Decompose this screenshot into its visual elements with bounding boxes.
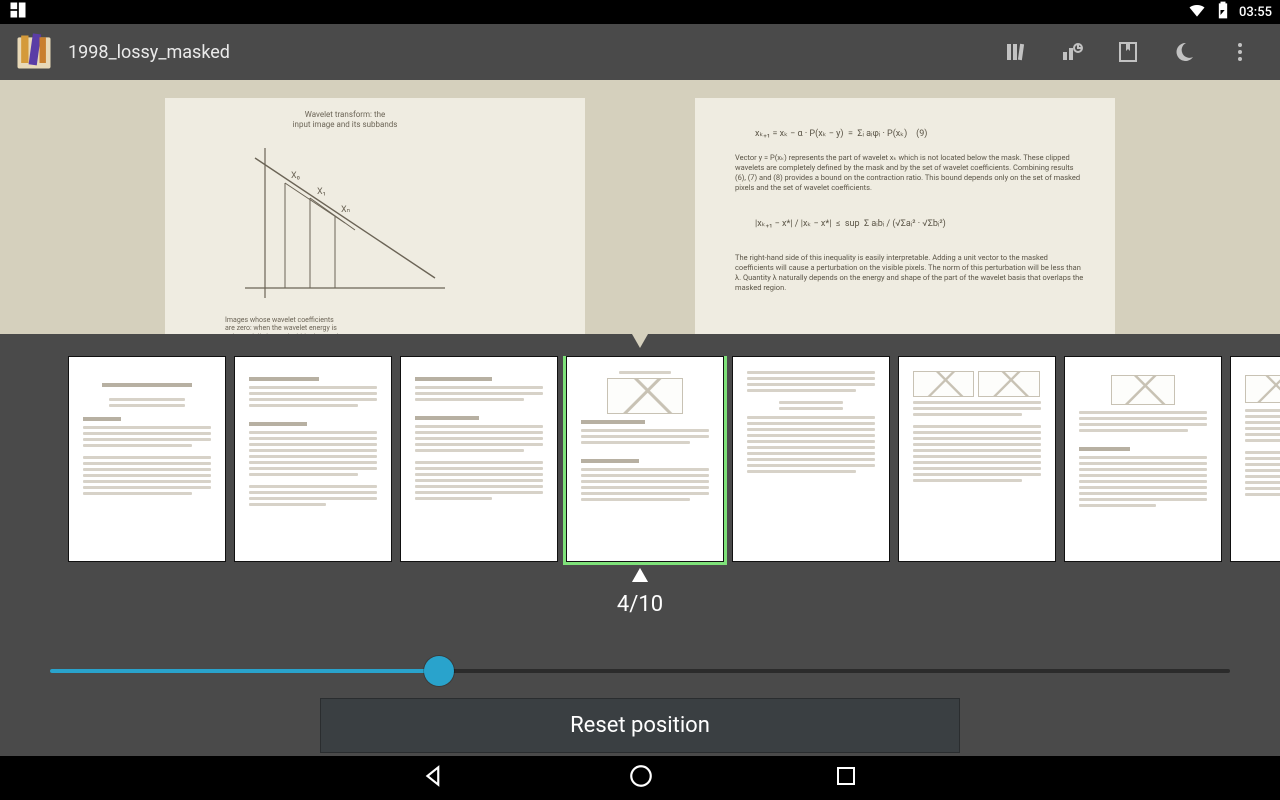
thumbnail-page-4[interactable] [566,356,724,562]
status-clock: 03:55 [1239,5,1272,20]
wifi-icon [1187,0,1207,24]
library-button[interactable] [988,24,1044,80]
marker-top-icon [632,334,648,348]
page-navigator: 4/10 [0,334,1280,644]
document-title: 1998_lossy_masked [68,42,230,63]
reset-zone: Reset position [0,698,1280,756]
app-icon[interactable] [12,30,56,74]
nav-overview-icon[interactable] [834,764,858,792]
page-left: Wavelet transform: theinput image and it… [165,98,585,334]
svg-text:X₀: X₀ [291,171,300,181]
system-nav-bar [0,756,1280,800]
svg-text:Xₙ: Xₙ [341,205,351,215]
thumbnail-page-1[interactable] [68,356,226,562]
thumbnail-strip[interactable] [0,356,1280,566]
thumbnail-page-3[interactable] [400,356,558,562]
document-preview[interactable]: Wavelet transform: theinput image and it… [0,80,1280,334]
nav-home-icon[interactable] [628,763,654,793]
bookmarks-button[interactable] [1100,24,1156,80]
page-slider-zone [0,644,1280,698]
overflow-menu-button[interactable] [1212,24,1268,80]
nav-back-icon[interactable] [422,763,448,793]
slider-thumb[interactable] [424,656,454,686]
svg-text:X₁: X₁ [317,187,326,197]
recents-icon [8,0,28,24]
stats-button[interactable] [1044,24,1100,80]
thumbnail-page-7[interactable] [1064,356,1222,562]
marker-bottom-icon [632,568,648,582]
page-slider[interactable] [50,669,1230,673]
thumbnail-page-8[interactable] [1230,356,1280,562]
page-indicator: 4/10 [0,592,1280,617]
app-toolbar: 1998_lossy_masked [0,24,1280,80]
thumbnail-page-5[interactable] [732,356,890,562]
thumbnail-page-6[interactable] [898,356,1056,562]
thumbnail-page-2[interactable] [234,356,392,562]
page-right: xₖ₊₁ = xₖ − α · P(xₖ − y) = Σᵢ aᵢφᵢ · P(… [695,98,1115,334]
system-status-bar: 03:55 [0,0,1280,24]
night-mode-button[interactable] [1156,24,1212,80]
battery-icon [1213,0,1233,24]
reset-position-button[interactable]: Reset position [320,698,960,753]
